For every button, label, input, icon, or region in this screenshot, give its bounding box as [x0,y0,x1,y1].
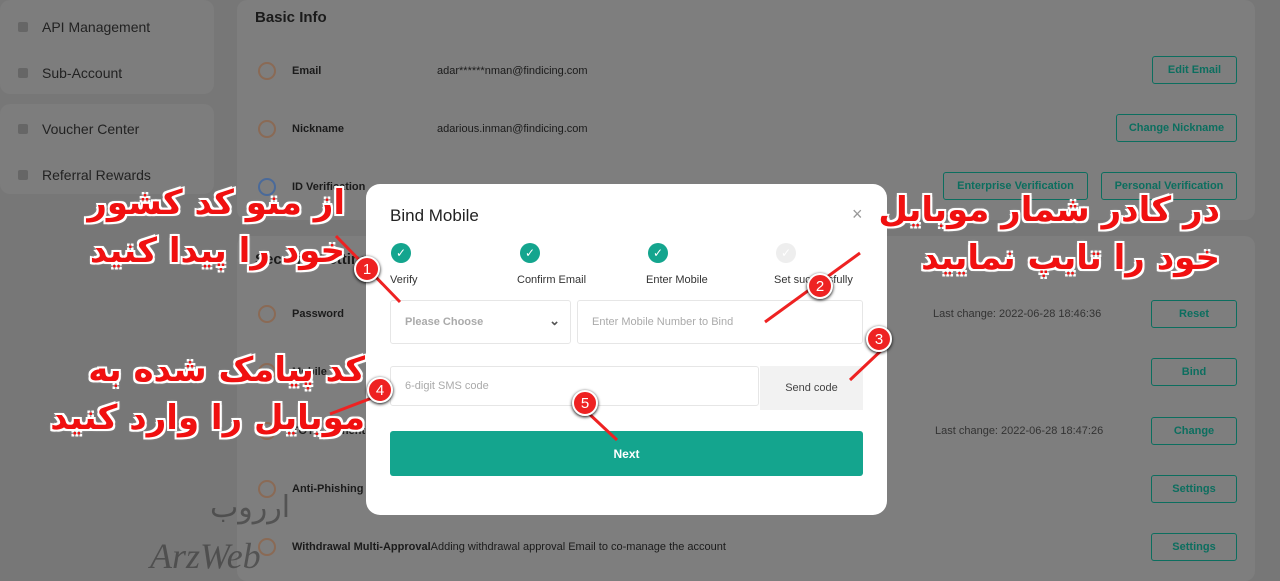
badge-5: 5 [572,390,598,416]
annotation-arrows [329,234,889,442]
badge-2: 2 [807,273,833,299]
watermark-logo: ArzWeb [150,536,261,576]
watermark-fa: اررﻭب [210,490,291,525]
badge-1: 1 [354,256,380,282]
badge-4: 4 [367,377,393,403]
badge-3: 3 [866,326,892,352]
